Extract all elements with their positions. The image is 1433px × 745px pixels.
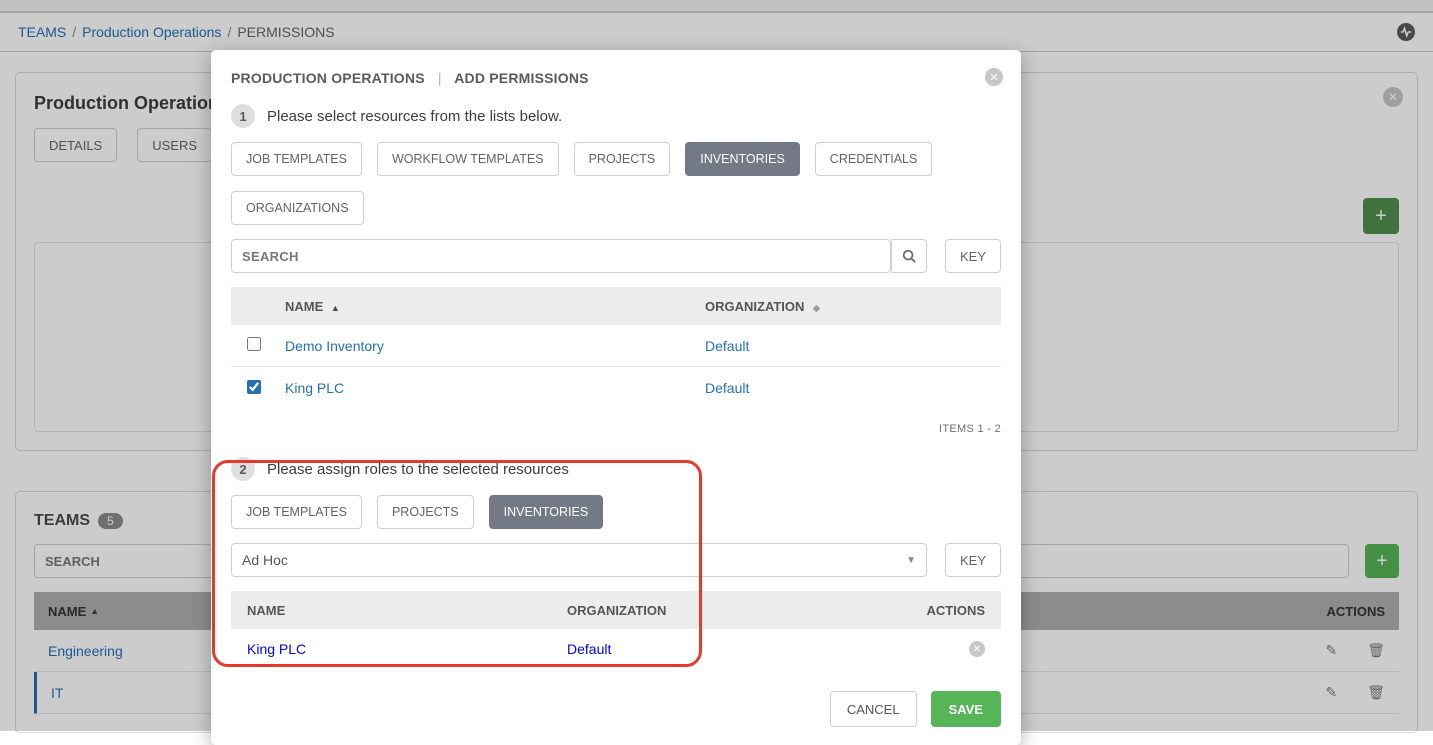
step-badge-2: 2 <box>231 457 255 481</box>
inventory-link[interactable]: Demo Inventory <box>285 338 384 354</box>
assigned-org[interactable]: Default <box>567 641 611 657</box>
table-row: Demo Inventory Default <box>231 325 1001 367</box>
table-row: King PLC Default ✕ <box>231 629 1001 669</box>
tab-credentials[interactable]: CREDENTIALS <box>815 142 933 176</box>
key-button-2[interactable]: KEY <box>945 543 1001 577</box>
role-tab-inventories[interactable]: INVENTORIES <box>489 495 604 529</box>
role-select-dropdown[interactable]: Ad Hoc ▼ <box>231 543 927 577</box>
cancel-button[interactable]: CANCEL <box>830 691 917 727</box>
modal-crumb-parent: PRODUCTION OPERATIONS <box>231 70 425 86</box>
table2-header-name: NAME <box>247 603 567 618</box>
row-checkbox[interactable] <box>247 380 261 394</box>
role-tab-job-templates[interactable]: JOB TEMPLATES <box>231 495 362 529</box>
table2-header-org: ORGANIZATION <box>567 603 895 618</box>
step1-text: Please select resources from the lists b… <box>267 108 562 125</box>
assigned-name[interactable]: King PLC <box>247 641 306 657</box>
step2-text: Please assign roles to the selected reso… <box>267 461 569 478</box>
tab-inventories[interactable]: INVENTORIES <box>685 142 800 176</box>
modal-search-input[interactable] <box>231 239 891 273</box>
items-count: ITEMS 1 - 2 <box>231 423 1001 435</box>
role-select-value: Ad Hoc <box>242 552 288 568</box>
org-link[interactable]: Default <box>705 338 749 354</box>
table2-header-actions: ACTIONS <box>895 603 985 618</box>
remove-icon[interactable]: ✕ <box>969 641 985 657</box>
search-icon[interactable] <box>891 239 927 273</box>
step-badge-1: 1 <box>231 104 255 128</box>
close-icon[interactable]: ✕ <box>985 68 1003 86</box>
key-button[interactable]: KEY <box>945 239 1001 273</box>
org-link[interactable]: Default <box>705 380 749 396</box>
tab-projects[interactable]: PROJECTS <box>574 142 671 176</box>
chevron-down-icon: ▼ <box>906 555 916 566</box>
role-tab-projects[interactable]: PROJECTS <box>377 495 474 529</box>
table1-header-name: NAME <box>285 299 323 314</box>
inventory-link[interactable]: King PLC <box>285 380 344 396</box>
sort-icon[interactable]: ◆ <box>813 303 820 313</box>
row-checkbox[interactable] <box>247 337 261 351</box>
tab-workflow-templates[interactable]: WORKFLOW TEMPLATES <box>377 142 559 176</box>
table1-header-org: ORGANIZATION <box>705 299 804 314</box>
save-button[interactable]: SAVE <box>931 691 1001 727</box>
add-permissions-modal: ✕ PRODUCTION OPERATIONS | ADD PERMISSION… <box>211 50 1021 745</box>
table-row: King PLC Default <box>231 367 1001 409</box>
tab-organizations[interactable]: ORGANIZATIONS <box>231 191 364 225</box>
modal-crumb-current: ADD PERMISSIONS <box>454 70 588 86</box>
tab-job-templates[interactable]: JOB TEMPLATES <box>231 142 362 176</box>
sort-caret-icon[interactable]: ▲ <box>331 303 340 313</box>
